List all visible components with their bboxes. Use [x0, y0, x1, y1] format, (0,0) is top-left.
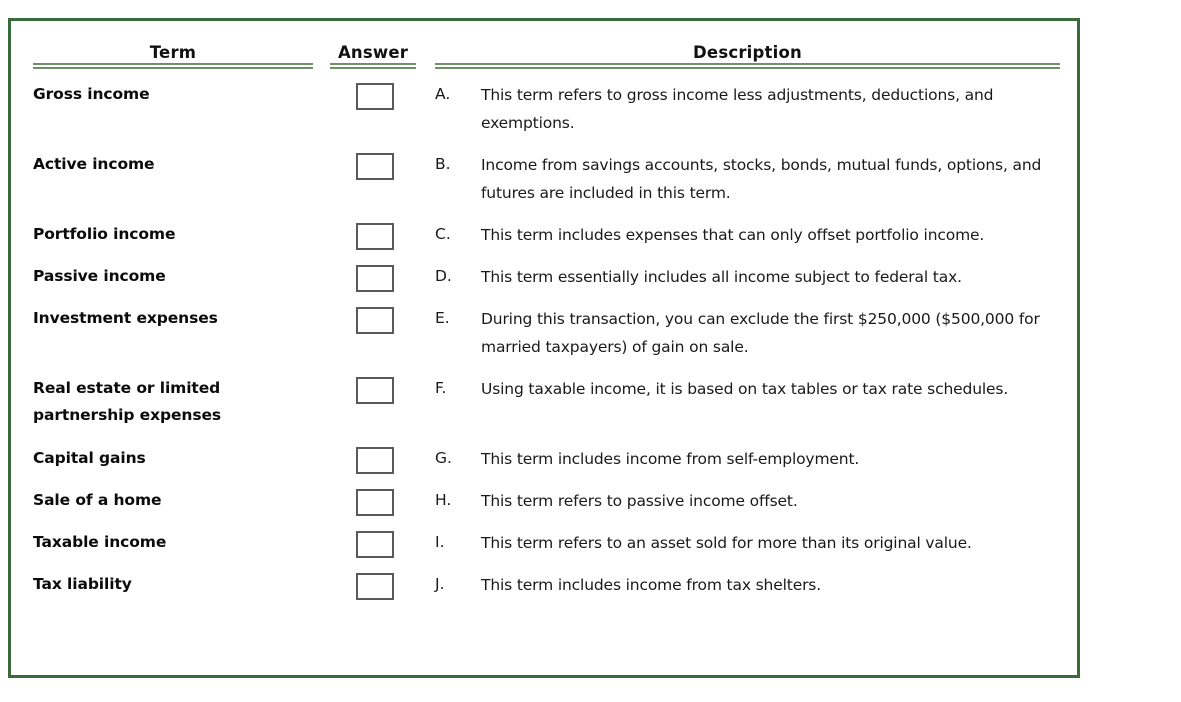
- answer-cell: [330, 529, 416, 558]
- column-header-description: Description: [693, 43, 802, 62]
- description-text: This term refers to gross income less ad…: [481, 86, 994, 132]
- answer-input[interactable]: [356, 573, 394, 600]
- answer-cell: [330, 151, 416, 180]
- description-letter: B.: [435, 155, 451, 173]
- description-text: This term includes income from tax shelt…: [481, 576, 822, 594]
- description-text: This term includes expenses that can onl…: [481, 226, 985, 244]
- answer-input[interactable]: [356, 489, 394, 516]
- column-header-answer: Answer: [337, 43, 409, 62]
- description-letter: D.: [435, 267, 452, 285]
- answer-cell: [330, 375, 416, 404]
- description-letter: H.: [435, 491, 452, 509]
- description-text: This term refers to an asset sold for mo…: [481, 534, 972, 552]
- rule-term-column: [33, 63, 313, 69]
- matching-exercise-frame: Term Answer Description Gross income A. Th…: [8, 18, 1080, 678]
- answer-input[interactable]: [356, 531, 394, 558]
- table-body: Gross income A. This term refers to gross …: [11, 81, 1077, 613]
- table-row: Taxable income I. This term refers to an a…: [11, 529, 1077, 571]
- table-row: Active income B. Income from savings accou…: [11, 151, 1077, 221]
- table-row: Sale of a home H. This term refers to pass…: [11, 487, 1077, 529]
- term-label: Investment expenses: [33, 309, 218, 327]
- description-letter: J.: [435, 575, 445, 593]
- answer-cell: [330, 305, 416, 334]
- answer-input[interactable]: [356, 307, 394, 334]
- description-letter: A.: [435, 85, 451, 103]
- answer-cell: [330, 263, 416, 292]
- description-text: This term includes income from self-empl…: [481, 450, 860, 468]
- term-label: Gross income: [33, 85, 150, 103]
- answer-cell: [330, 81, 416, 110]
- term-label: Active income: [33, 155, 155, 173]
- term-label: Capital gains: [33, 449, 146, 467]
- description-text: This term essentially includes all incom…: [481, 268, 962, 286]
- term-label: Passive income: [33, 267, 166, 285]
- description-text: This term refers to passive income offse…: [481, 492, 798, 510]
- table-row: Gross income A. This term refers to gross …: [11, 81, 1077, 151]
- term-label: Portfolio income: [33, 225, 176, 243]
- description-letter: F.: [435, 379, 447, 397]
- frame-inner: Term Answer Description Gross income A. Th…: [11, 21, 1077, 675]
- term-label: Taxable income: [33, 533, 167, 551]
- answer-input[interactable]: [356, 377, 394, 404]
- table-row: Tax liability J. This term includes income…: [11, 571, 1077, 613]
- answer-cell: [330, 571, 416, 600]
- rule-description-column: [435, 63, 1060, 69]
- answer-input[interactable]: [356, 447, 394, 474]
- worksheet-screen: Term Answer Description Gross income A. Th…: [0, 0, 1181, 702]
- answer-cell: [330, 487, 416, 516]
- answer-input[interactable]: [356, 83, 394, 110]
- answer-cell: [330, 221, 416, 250]
- description-text: During this transaction, you can exclude…: [481, 310, 1040, 356]
- description-text: Income from savings accounts, stocks, bo…: [481, 156, 1042, 202]
- description-letter: C.: [435, 225, 451, 243]
- description-letter: G.: [435, 449, 452, 467]
- rule-answer-column: [330, 63, 416, 69]
- column-header-term: Term: [149, 43, 197, 62]
- answer-input[interactable]: [356, 223, 394, 250]
- term-label: Tax liability: [33, 575, 132, 593]
- description-text: Using taxable income, it is based on tax…: [481, 380, 1009, 398]
- table-row: Passive income D. This term essentially in…: [11, 263, 1077, 305]
- table-row: Capital gains G. This term includes income…: [11, 445, 1077, 487]
- answer-input[interactable]: [356, 153, 394, 180]
- description-letter: I.: [435, 533, 445, 551]
- table-row: Portfolio income C. This term includes exp…: [11, 221, 1077, 263]
- term-label: Sale of a home: [33, 491, 162, 509]
- term-label: Real estate or limited partnership expen…: [33, 379, 221, 424]
- answer-input[interactable]: [356, 265, 394, 292]
- answer-cell: [330, 445, 416, 474]
- table-row: Real estate or limited partnership expen…: [11, 375, 1077, 445]
- table-row: Investment expenses E. During this transac…: [11, 305, 1077, 375]
- table-header-row: Term Answer Description: [11, 33, 1077, 81]
- description-letter: E.: [435, 309, 450, 327]
